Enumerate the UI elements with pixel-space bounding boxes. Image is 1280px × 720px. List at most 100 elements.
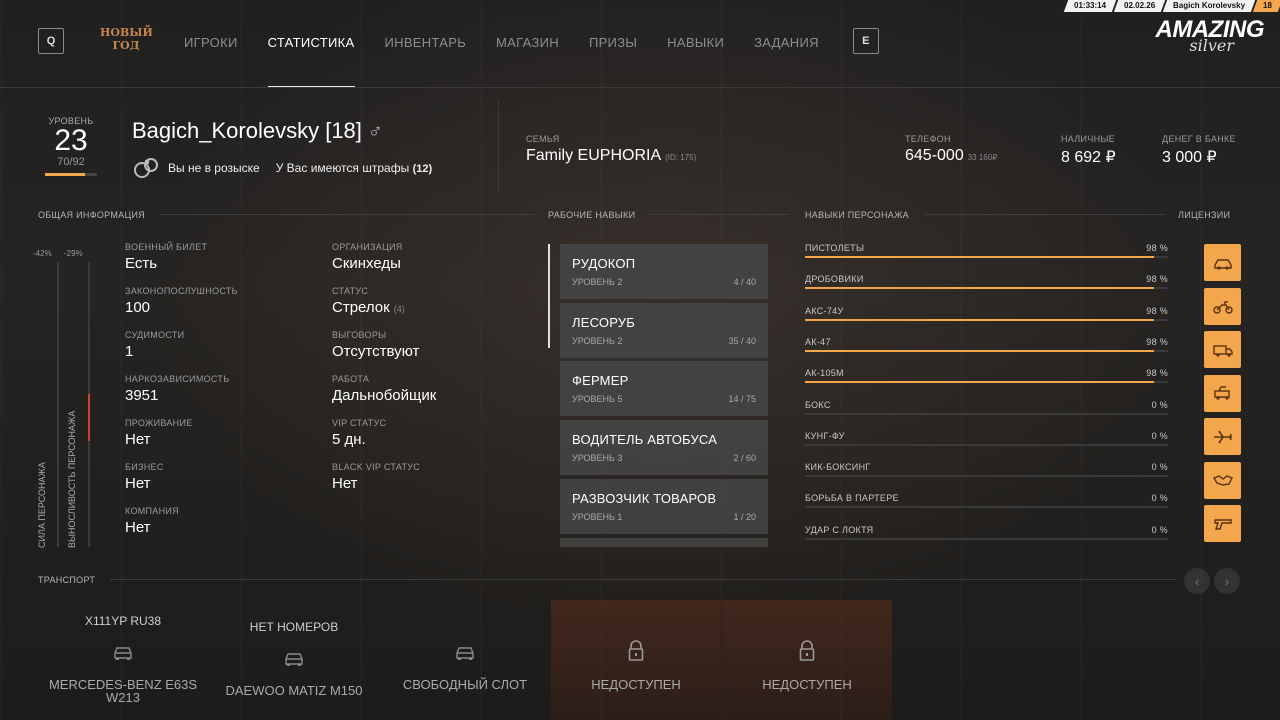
- work-skill-name: РАЗВОЗЧИК ТОВАРОВ: [572, 491, 717, 506]
- info-extra: (4): [393, 304, 405, 314]
- transport-slot[interactable]: СВОБОДНЫЙ СЛОТ: [380, 600, 550, 720]
- license-badge[interactable]: [1204, 418, 1241, 455]
- info-item: ВЫГОВОРЫ Отсутствуют: [332, 330, 436, 374]
- char-skill: АК-105М 98 %: [805, 368, 1168, 384]
- transport-prev-button[interactable]: ‹: [1184, 568, 1210, 594]
- level-xp: 70/92: [57, 156, 85, 168]
- pistol-icon: [1213, 518, 1232, 530]
- top-info-bar: 01:33:14 02.02.26 Bagich Korolevsky 18: [1063, 0, 1280, 12]
- info-label: ВОЕННЫЙ БИЛЕТ: [125, 242, 208, 252]
- char-skill-name: ПИСТОЛЕТЫ: [805, 243, 865, 253]
- work-skill-card-partial: [560, 538, 768, 547]
- licenses-title: ЛИЦЕНЗИИ: [1178, 210, 1231, 220]
- vehicle-name: НЕДОСТУПЕН: [591, 677, 681, 692]
- level-value: 23: [54, 124, 88, 157]
- work-skill-card[interactable]: РАЗВОЗЧИК ТОВАРОВ УРОВЕНЬ 1 1 / 20: [560, 479, 768, 534]
- info-value: Нет: [125, 475, 151, 492]
- work-skill-level: УРОВЕНЬ 1: [572, 512, 623, 522]
- work-skill-name: РУДОКОП: [572, 256, 636, 271]
- nav-tab[interactable]: ЗАДАНИЯ: [754, 28, 819, 88]
- license-badge[interactable]: [1204, 244, 1241, 281]
- char-skill-name: КИК-БОКСИНГ: [805, 462, 871, 473]
- info-value: Дальнобойщик: [332, 387, 437, 404]
- char-skill-value: 98 %: [1146, 305, 1168, 316]
- brand-logo: AMAZING silver: [1156, 16, 1265, 55]
- tow-truck-icon: [1213, 386, 1230, 400]
- info-label: СУДИМОСТИ: [125, 330, 185, 340]
- player-name-text: Bagich_Korolevsky [18]: [132, 118, 362, 143]
- family-label: СЕМЬЯ: [526, 134, 560, 144]
- vehicle-name: СВОБОДНЫЙ СЛОТ: [402, 677, 528, 692]
- work-skill-level: УРОВЕНЬ 2: [572, 277, 623, 287]
- nav-tab[interactable]: ИНВЕНТАРЬ: [385, 28, 467, 88]
- fines-text[interactable]: У Вас имеются штрафы (12): [276, 161, 432, 175]
- work-skill-card[interactable]: ВОДИТЕЛЬ АВТОБУСА УРОВЕНЬ 3 2 / 60: [560, 420, 768, 475]
- work-skill-level: УРОВЕНЬ 5: [572, 394, 623, 404]
- transport-slot-locked[interactable]: НЕДОСТУПЕН: [722, 600, 892, 720]
- char-skill-bar: [805, 381, 1168, 384]
- work-skills-list[interactable]: РУДОКОП УРОВЕНЬ 2 4 / 40 ЛЕСОРУБ УРОВЕНЬ 2 35…: [548, 244, 770, 547]
- phone-value: 645-000: [905, 147, 964, 164]
- transport-slot-locked[interactable]: НЕДОСТУПЕН: [551, 600, 721, 720]
- char-skill: АКС-74У 98 %: [805, 306, 1168, 321]
- family-value: Family EUPHORIA: [526, 147, 662, 164]
- char-skill-name: БОКС: [805, 399, 831, 410]
- char-skill: КУНГ-ФУ 0 %: [805, 431, 1168, 446]
- info-value: Стрелок (4): [332, 299, 405, 316]
- family-stat: СЕМЬЯ Family EUPHORIA (ID: 175): [526, 134, 696, 165]
- license-badge[interactable]: [1204, 461, 1241, 499]
- license-badge[interactable]: [1204, 505, 1241, 542]
- nav-tab[interactable]: ПРИЗЫ: [589, 28, 637, 88]
- bank-value: 3 000 ₽: [1162, 149, 1217, 166]
- work-skill-progress: 14 / 75: [728, 394, 756, 404]
- info-item: КОМПАНИЯ Нет: [125, 506, 238, 550]
- work-skills-title: РАБОЧИЕ НАВЫКИ: [548, 210, 636, 220]
- transport-slot[interactable]: НЕТ НОМЕРОВ DAEWOO MATIZ M150: [209, 600, 379, 720]
- char-skill: КИК-БОКСИНГ 0 %: [805, 462, 1168, 478]
- phone-stat: ТЕЛЕФОН 645-000 33 160₽: [905, 134, 997, 165]
- transport-next-button[interactable]: ›: [1214, 568, 1240, 594]
- transport-slot[interactable]: X111YP RU38 MERCEDES-BENZ E63S W213: [38, 600, 208, 720]
- car-icon: [454, 644, 476, 667]
- info-item: РАБОТА Дальнобойщик: [332, 374, 436, 418]
- work-skill-card[interactable]: ЛЕСОРУБ УРОВЕНЬ 2 35 / 40: [560, 303, 768, 358]
- general-info-title: ОБЩАЯ ИНФОРМАЦИЯ: [38, 210, 145, 220]
- info-value: Отсутствуют: [332, 343, 420, 360]
- info-label: РАБОТА: [332, 374, 370, 384]
- handcuffs-icon: [134, 158, 158, 178]
- nav-tab[interactable]: МАГАЗИН: [496, 28, 559, 88]
- next-tab-key[interactable]: E: [852, 28, 879, 54]
- license-badge[interactable]: [1204, 374, 1241, 412]
- info-label: ВЫГОВОРЫ: [332, 330, 387, 340]
- info-label: ОРГАНИЗАЦИЯ: [332, 242, 403, 252]
- nav-tab[interactable]: СТАТИСТИКА: [267, 28, 355, 88]
- char-skill: ПИСТОЛЕТЫ 98 %: [805, 243, 1168, 258]
- family-id: (ID: 175): [665, 153, 697, 162]
- work-skill-progress: 1 / 20: [733, 512, 756, 522]
- info-item: СУДИМОСТИ 1: [125, 330, 238, 374]
- prev-tab-key[interactable]: Q: [38, 28, 64, 54]
- info-label: БИЗНЕС: [125, 462, 164, 472]
- char-skills-line: [925, 214, 1165, 215]
- info-item: BLACK VIP СТАТУС Нет: [332, 462, 436, 506]
- car-icon: [283, 650, 305, 673]
- character-bars: -42% -29% СИЛА ПЕРСОНАЖА ВЫНОСЛИВОСТЬ ПЕ…: [30, 244, 100, 549]
- char-skill-value: 0 %: [1151, 524, 1168, 535]
- strength-bar: [57, 262, 59, 547]
- transport-line: [110, 579, 1176, 580]
- char-skill-bar: [805, 506, 1168, 509]
- license-badge[interactable]: [1204, 287, 1241, 325]
- char-skill-bar: [805, 443, 1168, 446]
- work-skill-card[interactable]: РУДОКОП УРОВЕНЬ 2 4 / 40: [560, 244, 768, 299]
- nav-tab[interactable]: ИГРОКИ: [184, 28, 238, 88]
- license-badge[interactable]: [1204, 331, 1241, 368]
- char-skill-value: 0 %: [1151, 462, 1168, 473]
- char-skill-value: 98 %: [1146, 274, 1168, 285]
- char-skill-name: КУНГ-ФУ: [805, 430, 845, 441]
- work-skill-card[interactable]: ФЕРМЕР УРОВЕНЬ 5 14 / 75: [560, 361, 768, 416]
- player-name: Bagich_Korolevsky [18] ♂: [132, 118, 383, 144]
- cash-value: 8 692 ₽: [1061, 149, 1116, 166]
- nav-tab[interactable]: НАВЫКИ: [667, 28, 724, 88]
- bank-stat: ДЕНЕГ В БАНКЕ 3 000 ₽: [1162, 134, 1236, 167]
- char-skill-value: 0 %: [1151, 430, 1168, 441]
